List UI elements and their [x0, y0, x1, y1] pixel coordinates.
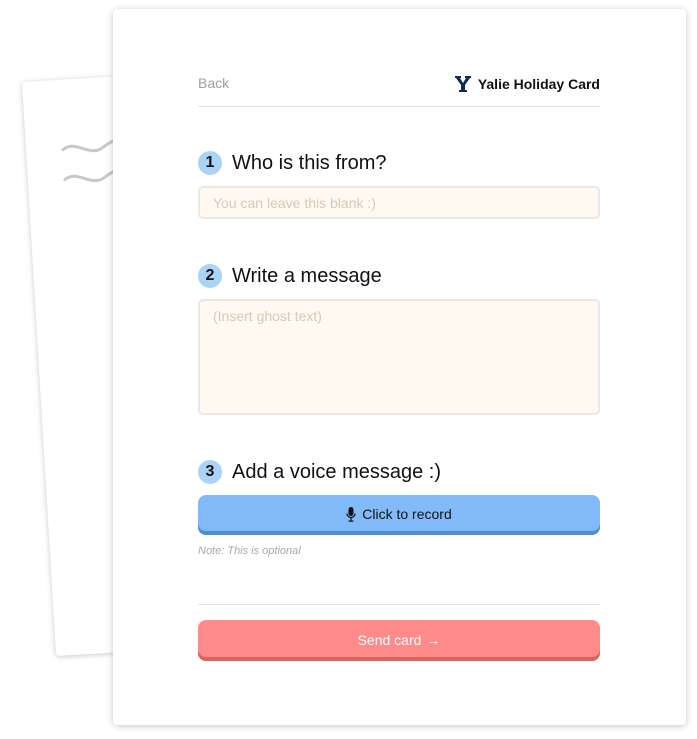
holiday-card-form: Back Yalie Holiday Card 1 Who is this fr… [113, 9, 686, 725]
step-2-badge: 2 [198, 264, 222, 288]
message-textarea[interactable] [198, 299, 600, 415]
arrow-right-icon: → [426, 631, 441, 648]
optional-note: Note: This is optional [198, 545, 301, 557]
send-button-label: Send card [357, 631, 422, 648]
send-card-button[interactable]: Send card → [198, 620, 600, 661]
step-2-title: Write a message [232, 264, 382, 287]
record-button-label: Click to record [362, 506, 452, 522]
step-1-heading: 1 Who is this from? [198, 151, 386, 175]
brand: Yalie Holiday Card [454, 74, 600, 94]
record-button[interactable]: Click to record [198, 495, 600, 535]
yale-logo-icon [454, 76, 471, 92]
card-header: Back Yalie Holiday Card [198, 72, 600, 107]
from-name-input[interactable] [198, 186, 600, 219]
page: Back Yalie Holiday Card 1 Who is this fr… [0, 0, 697, 739]
microphone-icon [346, 506, 356, 522]
step-1-badge: 1 [198, 151, 222, 175]
back-link[interactable]: Back [198, 75, 229, 91]
step-3-heading: 3 Add a voice message :) [198, 460, 441, 484]
step-1-title: Who is this from? [232, 151, 387, 174]
step-3-badge: 3 [198, 460, 222, 484]
brand-name: Yalie Holiday Card [477, 76, 600, 92]
step-3-title: Add a voice message :) [232, 460, 441, 483]
step-2-heading: 2 Write a message [198, 264, 382, 288]
divider [198, 604, 600, 605]
